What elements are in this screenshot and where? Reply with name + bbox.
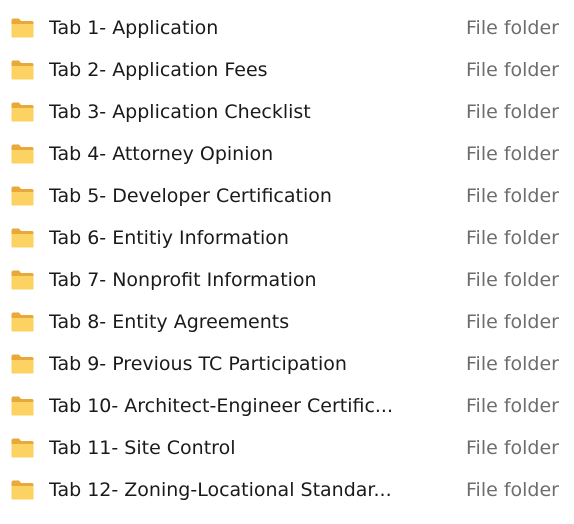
file-row[interactable]: Tab 9- Previous TC Participation File fo… [0, 343, 574, 385]
folder-icon [11, 60, 34, 80]
file-name: Tab 7- Nonprofit Information [49, 269, 317, 291]
file-row[interactable]: Tab 10- Architect-Engineer Certific... F… [0, 385, 574, 427]
file-type: File folder [466, 101, 559, 123]
folder-icon [11, 144, 34, 164]
file-type: File folder [466, 311, 559, 333]
file-name: Tab 4- Attorney Opinion [49, 143, 274, 165]
folder-icon [11, 312, 34, 332]
file-name: Tab 3- Application Checklist [49, 101, 311, 123]
file-row[interactable]: Tab 4- Attorney Opinion File folder [0, 133, 574, 175]
file-type: File folder [466, 437, 559, 459]
file-name: Tab 6- Entitiy Information [49, 227, 289, 249]
file-type: File folder [466, 59, 559, 81]
folder-icon [11, 18, 34, 38]
file-type: File folder [466, 479, 559, 501]
file-name: Tab 2- Application Fees [49, 59, 268, 81]
file-list: Tab 1- Application File folder Tab 2- Ap… [0, 7, 574, 511]
file-row[interactable]: Tab 5- Developer Certification File fold… [0, 175, 574, 217]
file-row[interactable]: Tab 12- Zoning-Locational Standar... Fil… [0, 469, 574, 511]
folder-icon [11, 228, 34, 248]
file-row[interactable]: Tab 6- Entitiy Information File folder [0, 217, 574, 259]
folder-icon [11, 186, 34, 206]
folder-icon [11, 354, 34, 374]
file-type: File folder [466, 143, 559, 165]
file-type: File folder [466, 227, 559, 249]
file-name: Tab 9- Previous TC Participation [49, 353, 347, 375]
folder-icon [11, 438, 34, 458]
file-type: File folder [466, 185, 559, 207]
file-row[interactable]: Tab 7- Nonprofit Information File folder [0, 259, 574, 301]
file-type: File folder [466, 353, 559, 375]
file-row[interactable]: Tab 3- Application Checklist File folder [0, 91, 574, 133]
file-name: Tab 5- Developer Certification [49, 185, 332, 207]
file-name: Tab 1- Application [49, 17, 219, 39]
file-row[interactable]: Tab 2- Application Fees File folder [0, 49, 574, 91]
file-type: File folder [466, 17, 559, 39]
file-row[interactable]: Tab 8- Entity Agreements File folder [0, 301, 574, 343]
file-name: Tab 11- Site Control [49, 437, 236, 459]
folder-icon [11, 480, 34, 500]
folder-icon [11, 270, 34, 290]
file-row[interactable]: Tab 1- Application File folder [0, 7, 574, 49]
file-row[interactable]: Tab 11- Site Control File folder [0, 427, 574, 469]
file-type: File folder [466, 395, 559, 417]
file-name: Tab 8- Entity Agreements [49, 311, 290, 333]
folder-icon [11, 396, 34, 416]
file-name: Tab 12- Zoning-Locational Standar... [49, 479, 392, 501]
folder-icon [11, 102, 34, 122]
file-name: Tab 10- Architect-Engineer Certific... [49, 395, 394, 417]
file-type: File folder [466, 269, 559, 291]
